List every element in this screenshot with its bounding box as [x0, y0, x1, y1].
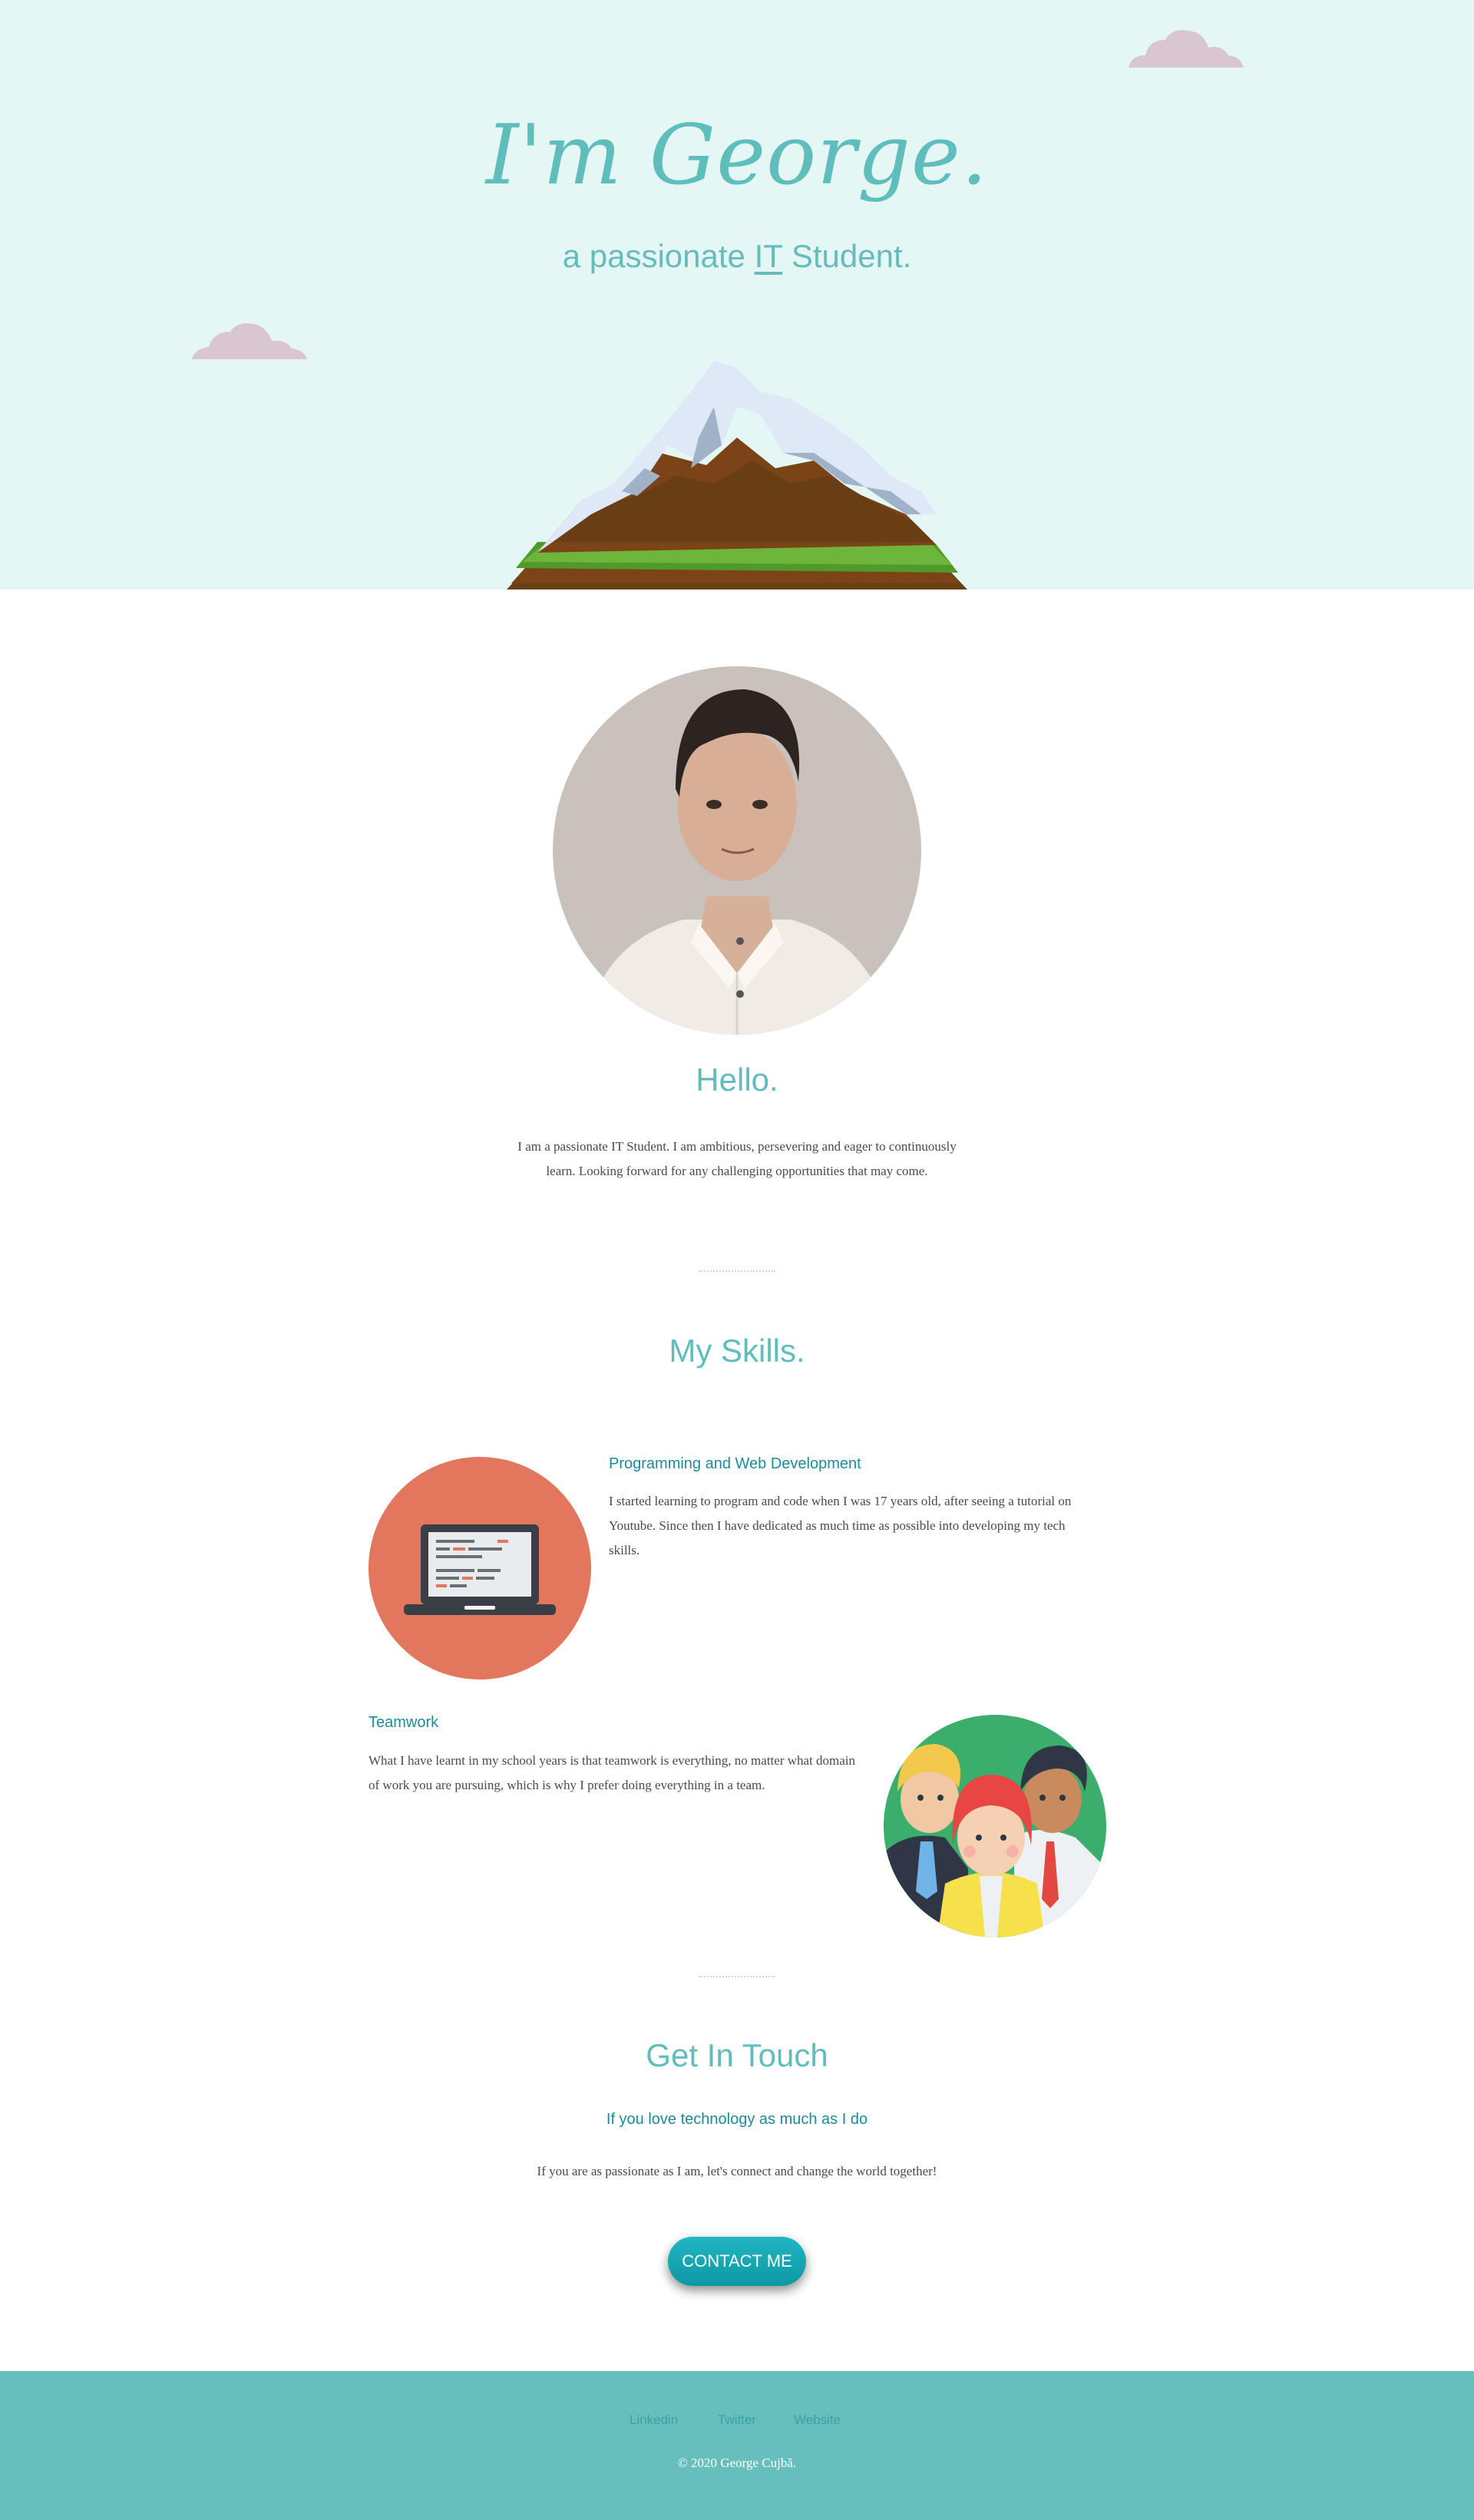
contact-text: If you are as passionate as I am, let's …: [537, 2164, 937, 2178]
copyright: © 2020 George Cujbă.: [677, 2456, 797, 2470]
subtitle-highlight: IT: [754, 238, 783, 274]
footer-link-twitter[interactable]: Twitter: [718, 2413, 756, 2428]
skills-heading: My Skills.: [669, 1333, 805, 1369]
team-icon: [884, 1715, 1106, 1937]
hero-title: I'm George.: [485, 107, 989, 203]
divider: [699, 1270, 775, 1272]
laptop-illustration: [368, 1457, 591, 1679]
cloud-icon: [1129, 30, 1244, 68]
profile-photo: [553, 666, 921, 1035]
hero-section: I'm George. a passionate IT Student.: [0, 0, 1474, 590]
skill-text-programming: I started learning to program and code w…: [609, 1494, 1072, 1557]
contact-subheading: If you love technology as much as I do: [606, 2111, 868, 2128]
hero-subtitle: a passionate IT Student.: [0, 238, 1474, 275]
laptop-icon: [368, 1457, 591, 1679]
contact-me-button[interactable]: CONTACT ME: [668, 2237, 806, 2286]
team-illustration: [884, 1715, 1106, 1937]
mountain-illustration: [507, 361, 967, 590]
cloud-icon: [192, 323, 307, 359]
subtitle-prefix: a passionate: [562, 238, 755, 274]
divider: [699, 1976, 775, 1977]
about-heading: Hello.: [696, 1062, 778, 1098]
footer: Linkedin Twitter Website © 2020 George C…: [0, 2371, 1474, 2520]
contact-heading: Get In Touch: [646, 2037, 828, 2073]
skill-text-teamwork: What I have learnt in my school years is…: [368, 1753, 856, 1792]
footer-link-linkedin[interactable]: Linkedin: [630, 2413, 678, 2428]
subtitle-suffix: Student.: [782, 238, 912, 274]
avatar: [553, 666, 921, 1035]
about-text: I am a passionate IT Student. I am ambit…: [517, 1139, 957, 1178]
footer-link-website[interactable]: Website: [794, 2413, 841, 2428]
skill-title-teamwork: Teamwork: [368, 1714, 439, 1731]
skill-title-programming: Programming and Web Development: [609, 1455, 861, 1472]
